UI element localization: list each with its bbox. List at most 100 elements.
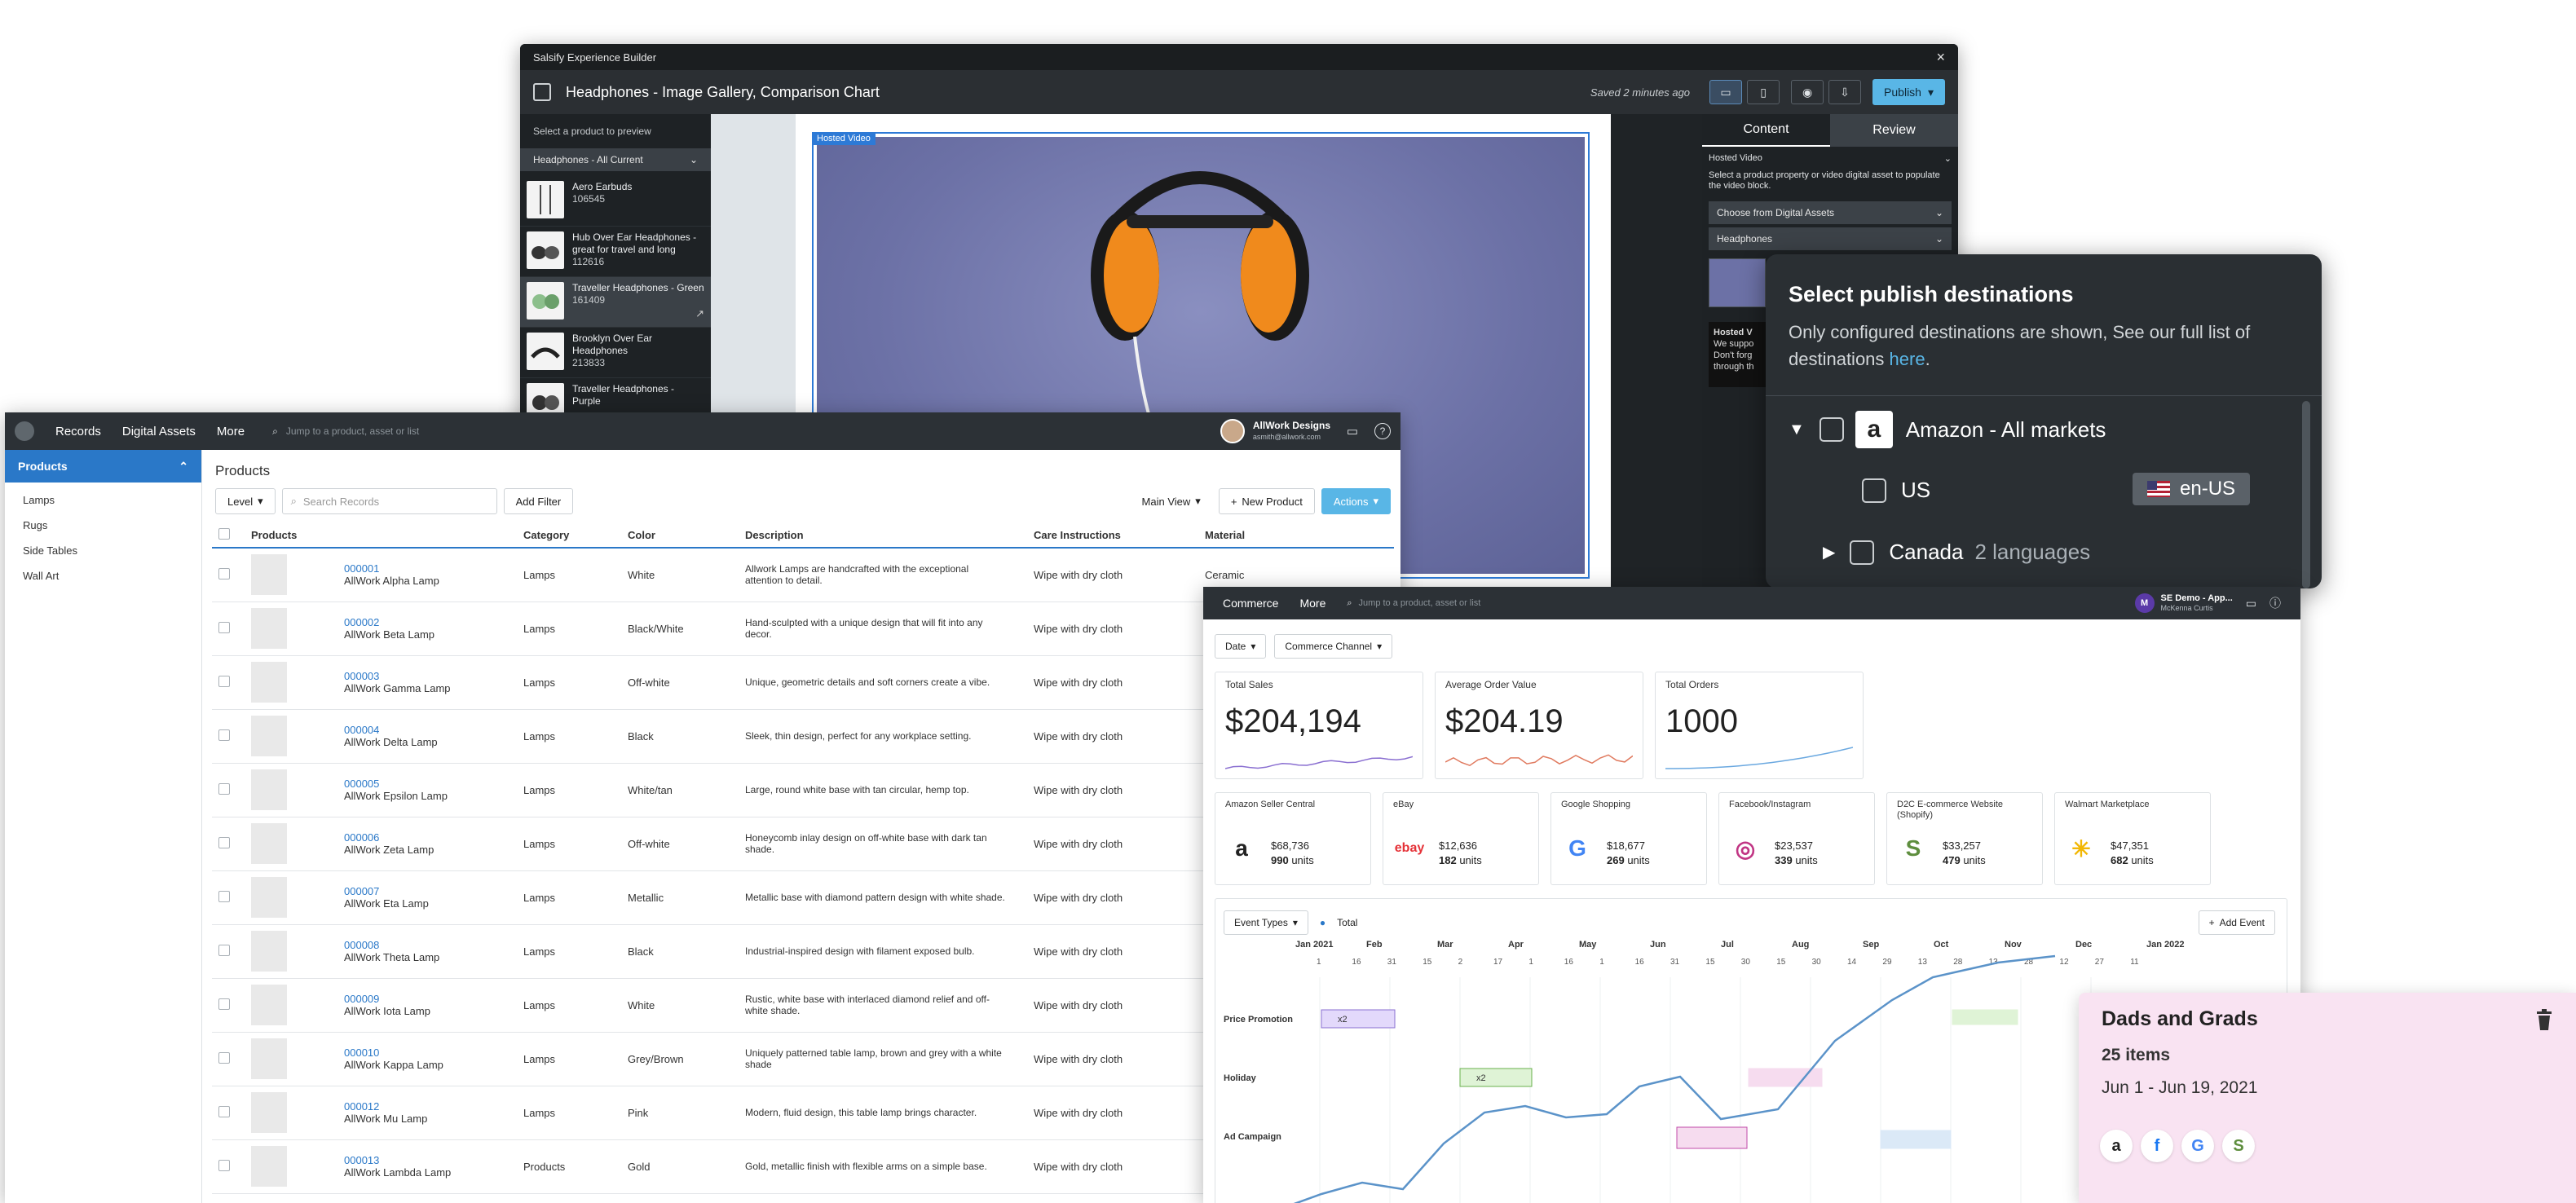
product-list-item-selected[interactable]: Traveller Headphones - Green 161409 ↗ [520,277,711,328]
event-bar-price-promotion[interactable] [1321,1009,1396,1029]
column-header[interactable]: Care Instructions [1027,523,1198,549]
campaign-card[interactable]: Dads and Grads 25 items Jun 1 - Jun 19, … [2079,993,2576,1203]
row-checkbox[interactable] [218,1051,230,1064]
event-bar-holiday[interactable] [1459,1068,1533,1087]
new-product-button[interactable]: + New Product [1218,488,1315,514]
panel-section-header[interactable]: Hosted Video ⌄ [1702,147,1958,170]
sidebar-item-lamps[interactable]: Lamps [5,487,201,513]
caret-down-icon[interactable]: ▼ [1789,421,1805,439]
select-all-checkbox[interactable] [218,528,230,540]
tab-review[interactable]: Review [1830,114,1958,147]
sidebar-header-products[interactable]: Products ⌃ [5,450,201,483]
property-select[interactable]: Headphones ⌄ [1709,227,1952,250]
tab-content[interactable]: Content [1702,114,1830,147]
digital-assets-select[interactable]: Choose from Digital Assets ⌄ [1709,201,1952,224]
destination-amazon[interactable]: ▼ a Amazon - All markets [1789,411,2106,448]
nav-records[interactable]: Records [55,425,101,438]
sidebar-item-rugs[interactable]: Rugs [5,513,201,538]
row-checkbox[interactable] [218,1105,230,1117]
event-bar-price-promotion[interactable] [1952,1009,2018,1025]
product-list-item[interactable]: Hub Over Ear Headphones - great for trav… [520,227,711,277]
record-id-link[interactable]: 000005 [344,778,448,790]
us-checkbox[interactable] [1862,478,1886,503]
product-list-item[interactable]: Aero Earbuds 106545 [520,176,711,227]
record-id-link[interactable]: 000013 [344,1154,451,1166]
row-checkbox[interactable] [218,675,230,687]
nav-digital-assets[interactable]: Digital Assets [122,425,196,438]
column-header[interactable]: Material [1198,523,1394,549]
level-dropdown[interactable]: Level ▾ [215,488,276,514]
channel-card[interactable]: Google Shopping G $18,677 269 units [1550,792,1707,885]
product-filter-select[interactable]: Headphones - All Current ⌄ [520,148,711,171]
user-menu[interactable]: M SE Demo - App... McKenna Curtis [2134,593,2233,613]
actions-dropdown[interactable]: Actions ▾ [1321,488,1391,514]
salsify-logo-icon[interactable] [15,421,34,441]
record-id-link[interactable]: 000008 [344,939,439,951]
add-filter-button[interactable]: Add Filter [503,488,574,514]
help-icon[interactable]: ⓘ [2269,595,2281,611]
destination-us[interactable]: US [1862,478,1930,503]
user-menu[interactable]: AllWork Designs asmith@allwork.com [1220,419,1330,443]
record-id-link[interactable]: 000009 [344,993,430,1005]
column-header[interactable]: Description [739,523,1027,549]
event-bar-ad-campaign[interactable] [1880,1130,1952,1149]
product-list-item[interactable]: Brooklyn Over Ear Headphones 213833 [520,328,711,378]
event-bar-ad-campaign[interactable] [1676,1126,1748,1149]
external-link-icon[interactable]: ↗ [695,307,704,320]
global-search[interactable]: ⌕ Jump to a product, asset or list [272,425,419,438]
channel-card[interactable]: Amazon Seller Central a $68,736 990 units [1215,792,1371,885]
record-id-link[interactable]: 000006 [344,831,434,844]
kpi-card[interactable]: Average Order Value $204.19 [1435,672,1643,779]
channel-filter[interactable]: Commerce Channel ▾ [1274,634,1393,659]
row-checkbox[interactable] [218,890,230,902]
row-checkbox[interactable] [218,729,230,741]
record-id-link[interactable]: 000004 [344,724,438,736]
row-checkbox[interactable] [218,836,230,848]
inbox-icon[interactable]: ▭ [2246,597,2256,610]
record-id-link[interactable]: 000007 [344,885,429,897]
channel-card[interactable]: eBay ebay $12,636 182 units [1383,792,1539,885]
record-id-link[interactable]: 000003 [344,670,451,682]
records-search-input[interactable]: ⌕ Search Records [281,488,497,514]
popup-scrollbar[interactable] [2302,401,2310,588]
view-dropdown[interactable]: Main View ▾ [1130,488,1212,514]
nav-more[interactable]: More [1299,597,1325,610]
mobile-preview-button[interactable]: ▯ [1747,80,1780,104]
record-id-link[interactable]: 000002 [344,616,434,628]
sidebar-item-wall-art[interactable]: Wall Art [5,563,201,588]
column-header[interactable]: Category [517,523,621,549]
channel-card[interactable]: Walmart Marketplace ✳ $47,351 682 units [2054,792,2211,885]
publish-button[interactable]: Publish ▾ [1872,79,1945,105]
record-id-link[interactable]: 000001 [344,562,439,575]
locale-chip[interactable]: en-US [2133,473,2251,505]
canada-checkbox[interactable] [1850,540,1875,565]
channel-card[interactable]: D2C E-commerce Website (Shopify) S $33,257… [1886,792,2043,885]
amazon-checkbox[interactable] [1819,417,1844,442]
destinations-link[interactable]: here [1890,349,1925,369]
row-checkbox[interactable] [218,782,230,795]
column-header[interactable]: Color [621,523,739,549]
row-checkbox[interactable] [218,567,230,579]
destination-canada[interactable]: ▶ Canada 2 languages [1823,540,2090,565]
global-search[interactable]: ⌕ Jump to a product, asset or list [1347,598,1480,609]
column-header[interactable]: Products [245,523,517,549]
row-checkbox[interactable] [218,944,230,956]
trash-icon[interactable] [2535,1009,2553,1030]
preview-button[interactable]: ◉ [1791,80,1824,104]
row-checkbox[interactable] [218,998,230,1010]
record-id-link[interactable]: 000012 [344,1100,427,1113]
row-checkbox[interactable] [218,1159,230,1171]
inbox-icon[interactable]: ▭ [1342,421,1363,442]
channel-card[interactable]: Facebook/Instagram ◎ $23,537 339 units [1718,792,1875,885]
row-checkbox[interactable] [218,621,230,633]
download-button[interactable]: ⇩ [1828,80,1862,104]
sidebar-item-side-tables[interactable]: Side Tables [5,538,201,563]
close-icon[interactable]: × [1936,49,1945,66]
help-icon[interactable]: ? [1374,423,1391,439]
caret-right-icon[interactable]: ▶ [1823,542,1835,562]
nav-more[interactable]: More [217,425,245,438]
nav-commerce[interactable]: Commerce [1223,597,1278,610]
desktop-preview-button[interactable]: ▭ [1709,80,1743,104]
date-filter[interactable]: Date ▾ [1215,634,1267,659]
kpi-card[interactable]: Total Orders 1000 [1655,672,1864,779]
